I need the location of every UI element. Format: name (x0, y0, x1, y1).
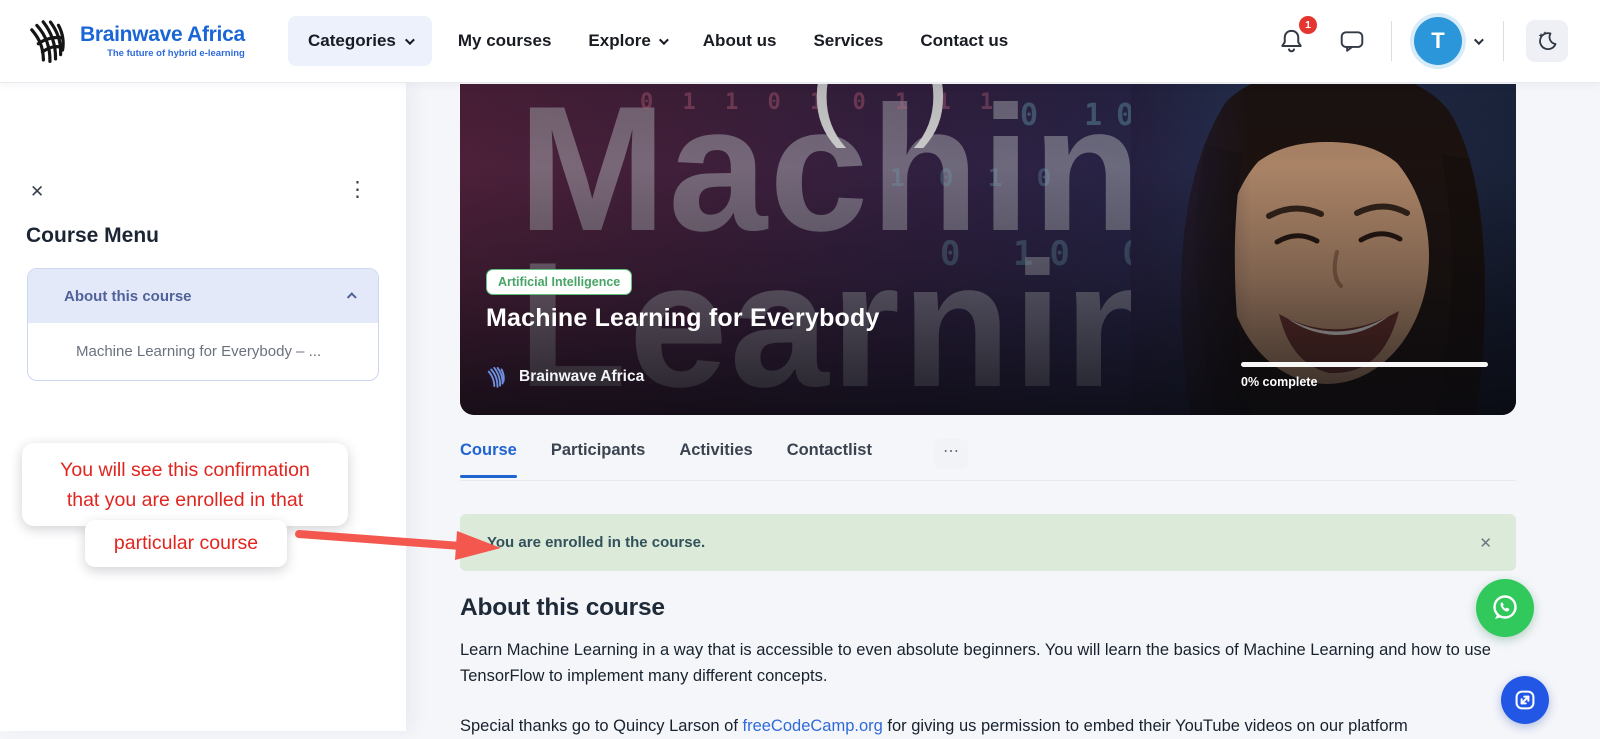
nav-link-explore[interactable]: Explore (588, 31, 665, 51)
chevron-down-icon (405, 35, 415, 45)
annotation-box: particular course (85, 520, 287, 567)
annotation-text: You will see this confirmation (32, 455, 338, 485)
enrollment-success-alert: You are enrolled in the course. ✕ (460, 514, 1516, 571)
credit-suffix: for giving us permission to embed their … (883, 717, 1408, 735)
user-menu-chevron-icon[interactable] (1474, 35, 1484, 45)
nav-link-my-courses[interactable]: My courses (458, 31, 552, 51)
course-title: Machine Learning for Everybody (486, 304, 880, 333)
brand-logo[interactable]: Brainwave Africa The future of hybrid e-… (26, 14, 256, 68)
course-provider: Brainwave Africa (486, 364, 644, 390)
alert-message: You are enrolled in the course. (487, 534, 705, 551)
brand-tagline: The future of hybrid e-learning (80, 48, 245, 59)
tab-course[interactable]: Course (460, 441, 517, 477)
divider (1391, 21, 1392, 61)
course-menu-title: Course Menu (26, 224, 159, 248)
progress-bar (1241, 362, 1488, 367)
credit-line: Special thanks go to Quincy Larson of fr… (460, 713, 1516, 739)
brand-name: Brainwave Africa (80, 23, 245, 47)
main-nav: My courses Explore About us Services Con… (458, 31, 1008, 51)
category-badge[interactable]: Artificial Intelligence (486, 269, 632, 295)
drawer-options-menu[interactable]: ⋮ (347, 179, 368, 200)
course-hero-banner: Machine Learning ( ) 0 1 1 0 1 0 1 1 1 0… (460, 84, 1516, 415)
brainwave-logo-icon (26, 14, 72, 68)
nav-link-services[interactable]: Services (813, 31, 883, 51)
whatsapp-button[interactable] (1476, 579, 1534, 637)
expand-icon (1513, 688, 1537, 712)
credit-prefix: Special thanks go to Quincy Larson of (460, 717, 743, 735)
categories-button[interactable]: Categories (288, 16, 432, 66)
section-about-this-course[interactable]: About this course (28, 269, 378, 323)
chevron-down-icon (659, 35, 669, 45)
notification-badge: 1 (1299, 16, 1317, 34)
messages-button[interactable] (1335, 24, 1369, 58)
nav-link-about-us[interactable]: About us (703, 31, 777, 51)
nav-link-contact-us[interactable]: Contact us (920, 31, 1008, 51)
tabs-more-button[interactable]: ⋯ (934, 439, 968, 469)
annotation-arrow (293, 526, 505, 564)
moon-stars-icon (1535, 29, 1559, 53)
about-section-heading: About this course (460, 594, 1516, 622)
alert-close-button[interactable]: ✕ (1479, 534, 1492, 552)
close-drawer-button[interactable]: ✕ (30, 182, 44, 202)
course-index-drawer: ✕ ⋮ Course Menu About this course Machin… (0, 82, 406, 731)
top-navbar: Brainwave Africa The future of hybrid e-… (0, 0, 1600, 82)
dark-mode-toggle[interactable] (1526, 20, 1568, 62)
about-description: Learn Machine Learning in a way that is … (460, 637, 1510, 689)
chevron-up-icon (347, 292, 357, 302)
avatar[interactable]: T (1414, 17, 1462, 65)
navbar-actions: 1 T (1274, 17, 1568, 65)
brainwave-logo-icon (486, 364, 508, 390)
progress-label: 0% complete (1241, 375, 1488, 389)
fullscreen-expand-button[interactable] (1501, 676, 1549, 724)
course-index-section: About this course Machine Learning for E… (27, 268, 379, 381)
notifications-button[interactable]: 1 (1274, 23, 1309, 59)
whatsapp-icon (1489, 592, 1521, 624)
annotation-text: particular course (91, 528, 281, 558)
annotation-box: You will see this confirmation that you … (22, 443, 348, 526)
freecodecamp-link[interactable]: freeCodeCamp.org (743, 717, 883, 735)
main-content: Machine Learning ( ) 0 1 1 0 1 0 1 1 1 0… (460, 84, 1516, 739)
chat-bubble-icon (1339, 28, 1365, 54)
course-progress: 0% complete (1241, 362, 1488, 389)
course-tabs: Course Participants Activities Contactli… (460, 441, 1516, 481)
tab-participants[interactable]: Participants (551, 441, 645, 477)
tab-activities[interactable]: Activities (679, 441, 752, 477)
divider (1503, 21, 1504, 61)
tab-contactlist[interactable]: Contactlist (787, 441, 872, 477)
annotation-text: that you are enrolled in that (32, 485, 338, 515)
section-item-link[interactable]: Machine Learning for Everybody – ... (28, 323, 378, 380)
